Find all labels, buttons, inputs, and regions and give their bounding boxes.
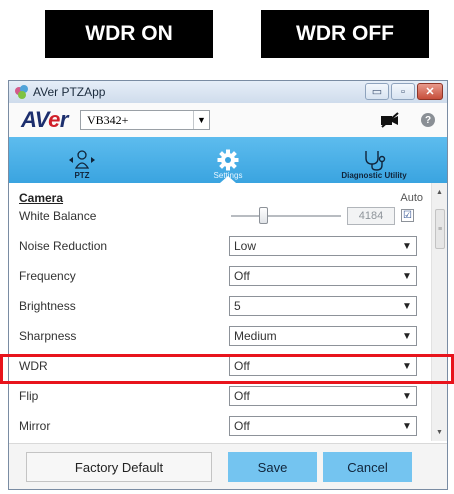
settings-panel: Camera Auto White Balance 4184 ☑ Noise R… — [9, 183, 447, 441]
noise-reduction-dropdown[interactable]: Low ▼ — [229, 236, 417, 256]
tab-settings-label: Settings — [213, 171, 243, 180]
brightness-dropdown[interactable]: 5 ▼ — [229, 296, 417, 316]
gear-icon — [217, 149, 239, 171]
camera-select-value: VB342+ — [86, 112, 129, 127]
chevron-down-icon: ▼ — [402, 300, 412, 312]
flip-dropdown[interactable]: Off ▼ — [229, 386, 417, 406]
vertical-scrollbar[interactable]: ▲ ≡ ▼ — [431, 183, 447, 441]
tab-diagnostic-utility-label: Diagnostic Utility — [341, 171, 407, 180]
mute-video-icon[interactable] — [379, 112, 401, 128]
setting-label: Frequency — [19, 269, 76, 283]
footer-bar: Factory Default Save Cancel — [9, 443, 447, 489]
frequency-dropdown[interactable]: Off ▼ — [229, 266, 417, 286]
dropdown-value: 5 — [234, 299, 241, 313]
dropdown-value: Medium — [234, 329, 277, 343]
white-balance-slider-thumb[interactable] — [259, 207, 268, 224]
chevron-down-icon: ▼ — [402, 330, 412, 342]
chevron-down-icon: ▼ — [402, 390, 412, 402]
minimize-button[interactable]: ▭ — [365, 83, 389, 100]
wdr-off-label: WDR OFF — [261, 10, 429, 58]
tab-bar: PTZ Settings Diagnostic Utility — [9, 137, 447, 183]
setting-label: Sharpness — [19, 329, 77, 343]
sharpness-dropdown[interactable]: Medium ▼ — [229, 326, 417, 346]
title-bar: AVer PTZApp ▭ ▫ ✕ — [9, 81, 447, 103]
white-balance-slider-track[interactable] — [231, 215, 341, 217]
scroll-up-arrow-icon[interactable]: ▲ — [432, 185, 447, 199]
setting-label: Brightness — [19, 299, 76, 313]
factory-default-button[interactable]: Factory Default — [26, 452, 212, 482]
app-icon — [15, 85, 29, 99]
ptzapp-window: AVer PTZApp ▭ ▫ ✕ AVer VB342+ ▼ ? PTZ Se… — [8, 80, 448, 490]
stethoscope-icon — [365, 151, 386, 171]
tab-ptz-label: PTZ — [74, 171, 90, 180]
camera-select[interactable]: VB342+ ▼ — [79, 110, 210, 130]
white-balance-label: White Balance — [19, 209, 97, 223]
setting-row-noise-reduction: Noise Reduction Low ▼ — [19, 231, 423, 261]
ptz-icon — [69, 150, 95, 169]
toolbar: AVer VB342+ ▼ ? — [9, 103, 447, 137]
wdr-highlight-box — [0, 354, 454, 384]
close-button[interactable]: ✕ — [417, 83, 443, 100]
setting-label: Mirror — [19, 419, 51, 433]
chevron-down-icon: ▼ — [192, 111, 209, 129]
tab-settings[interactable]: Settings — [155, 137, 301, 183]
dropdown-value: Off — [234, 419, 250, 433]
dropdown-value: Low — [234, 239, 257, 253]
chevron-down-icon: ▼ — [402, 420, 412, 432]
setting-row-brightness: Brightness 5 ▼ — [19, 291, 423, 321]
dropdown-value: Off — [234, 389, 250, 403]
setting-row-sharpness: Sharpness Medium ▼ — [19, 321, 423, 351]
tab-ptz[interactable]: PTZ — [9, 137, 155, 183]
scroll-thumb[interactable]: ≡ — [435, 209, 445, 249]
setting-label: Noise Reduction — [19, 239, 108, 253]
save-button[interactable]: Save — [228, 452, 317, 482]
white-balance-auto-checkbox[interactable]: ☑ — [401, 209, 414, 222]
setting-row-mirror: Mirror Off ▼ — [19, 411, 423, 441]
setting-row-frequency: Frequency Off ▼ — [19, 261, 423, 291]
setting-row-flip: Flip Off ▼ — [19, 381, 423, 411]
mirror-dropdown[interactable]: Off ▼ — [229, 416, 417, 436]
maximize-button[interactable]: ▫ — [391, 83, 415, 100]
white-balance-row: White Balance 4184 ☑ — [19, 201, 423, 231]
white-balance-value: 4184 — [347, 207, 395, 225]
setting-label: Flip — [19, 389, 39, 403]
wdr-on-label: WDR ON — [45, 10, 213, 58]
scroll-down-arrow-icon[interactable]: ▼ — [432, 425, 447, 439]
cancel-button[interactable]: Cancel — [323, 452, 412, 482]
help-icon[interactable]: ? — [421, 113, 435, 127]
dropdown-value: Off — [234, 269, 250, 283]
window-title: AVer PTZApp — [33, 85, 106, 99]
chevron-down-icon: ▼ — [402, 270, 412, 282]
chevron-down-icon: ▼ — [402, 240, 412, 252]
aver-logo: AVer — [21, 107, 68, 132]
tab-diagnostic-utility[interactable]: Diagnostic Utility — [301, 137, 447, 183]
